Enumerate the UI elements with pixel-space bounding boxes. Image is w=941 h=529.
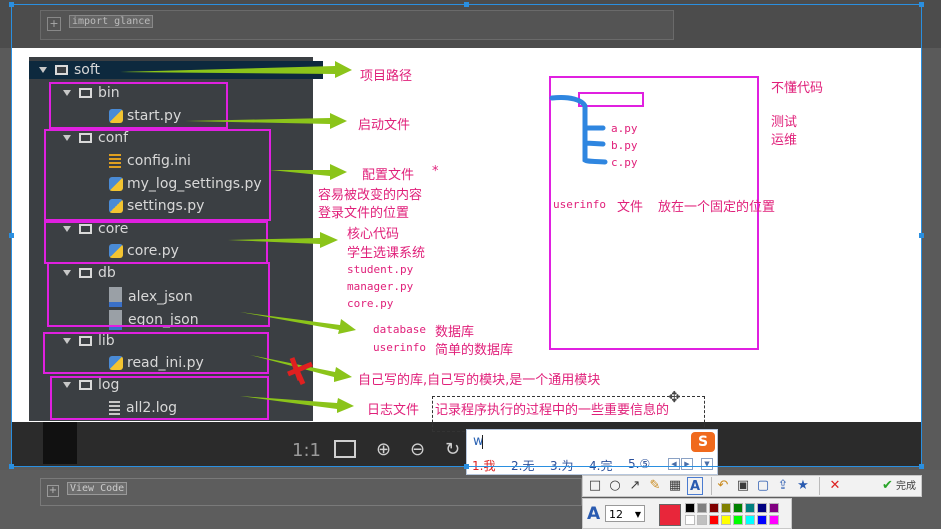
capture-selection-frame[interactable]: [11, 4, 922, 467]
color-swatch[interactable]: [709, 515, 719, 525]
resize-handle[interactable]: [919, 233, 924, 238]
color-swatch[interactable]: [697, 515, 707, 525]
resize-handle[interactable]: [919, 2, 924, 7]
resize-handle[interactable]: [9, 233, 14, 238]
share-icon[interactable]: ⇪: [775, 477, 791, 495]
done-button[interactable]: ✔ 完成: [877, 477, 921, 495]
resize-handle[interactable]: [9, 464, 14, 469]
font-icon: A: [587, 504, 601, 524]
toolbar-divider: [711, 477, 712, 495]
color-swatch[interactable]: [685, 515, 695, 525]
rectangle-tool-icon[interactable]: □: [587, 477, 603, 495]
color-swatch[interactable]: [733, 515, 743, 525]
resize-handle[interactable]: [919, 464, 924, 469]
color-swatch[interactable]: [733, 503, 743, 513]
color-swatch[interactable]: [721, 515, 731, 525]
color-swatch[interactable]: [721, 503, 731, 513]
color-swatch[interactable]: [769, 515, 779, 525]
check-icon: ✔: [881, 478, 893, 493]
current-color-swatch[interactable]: [659, 504, 681, 526]
color-swatch[interactable]: [709, 503, 719, 513]
color-swatch[interactable]: [745, 503, 755, 513]
cancel-icon[interactable]: ✕: [827, 477, 843, 495]
color-swatch[interactable]: [757, 503, 767, 513]
color-swatch[interactable]: [697, 503, 707, 513]
pin-icon[interactable]: ★: [795, 477, 811, 495]
mosaic-tool-icon[interactable]: ▦: [667, 477, 683, 495]
font-size-select[interactable]: 12 ▼: [605, 505, 645, 522]
resize-handle[interactable]: [9, 2, 14, 7]
color-swatch[interactable]: [769, 503, 779, 513]
text-tool-icon[interactable]: A: [687, 477, 703, 495]
dropdown-arrow-icon: ▼: [634, 510, 641, 519]
text-style-toolbar: A 12 ▼: [582, 498, 792, 529]
toolbar-divider: [819, 477, 820, 495]
color-swatch[interactable]: [685, 503, 695, 513]
color-swatch[interactable]: [757, 515, 767, 525]
save-icon[interactable]: ▣: [735, 477, 751, 495]
resize-handle[interactable]: [464, 464, 469, 469]
undo-icon[interactable]: ↶: [715, 477, 731, 495]
pen-tool-icon[interactable]: ✎: [647, 477, 663, 495]
ellipse-tool-icon[interactable]: ○: [607, 477, 623, 495]
color-swatch[interactable]: [745, 515, 755, 525]
color-palette: [685, 503, 785, 525]
screenshot-toolbar: □ ○ ↗ ✎ ▦ A ↶ ▣ ▢ ⇪ ★ ✕ ✔ 完成: [582, 475, 922, 497]
copy-icon[interactable]: ▢: [755, 477, 771, 495]
arrow-tool-icon[interactable]: ↗: [627, 477, 643, 495]
resize-handle[interactable]: [464, 2, 469, 7]
